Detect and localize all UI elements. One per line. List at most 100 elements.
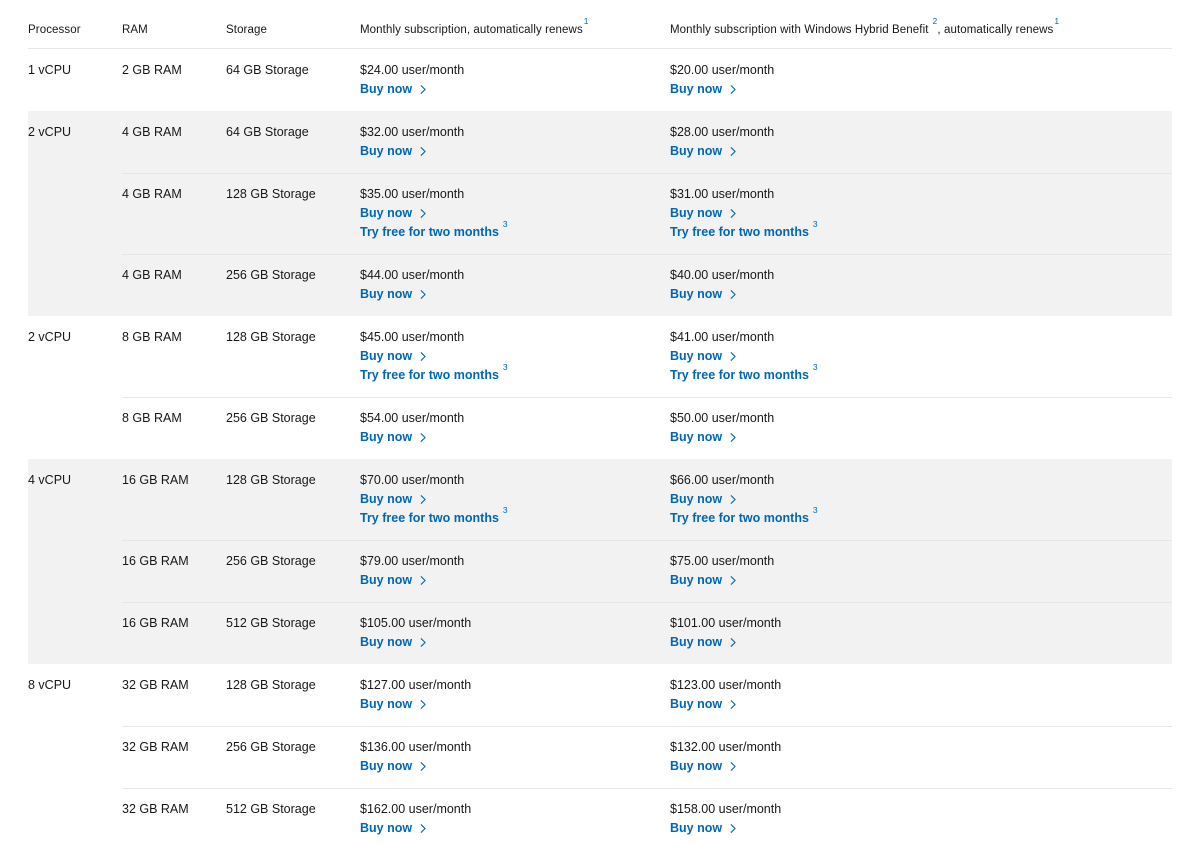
- footnote-marker-3: 3: [502, 361, 508, 372]
- try-free-link[interactable]: Try free for two months: [670, 223, 809, 241]
- footnote-marker-3: 3: [502, 504, 508, 515]
- buy-now-link[interactable]: Buy now: [670, 428, 738, 446]
- try-free-row: Try free for two months3: [360, 363, 670, 384]
- buy-now-link[interactable]: Buy now: [670, 819, 738, 837]
- cell-processor: 2 vCPU: [28, 330, 72, 344]
- price-cell-hybrid: $158.00 user/month Buy now: [670, 801, 1070, 837]
- buy-now-link[interactable]: Buy now: [670, 571, 738, 589]
- buy-now-link[interactable]: Buy now: [670, 490, 738, 508]
- processor-group: 2 vCPU 4 GB RAM 64 GB Storage $32.00 user/m…: [28, 111, 1172, 316]
- table-row: 16 GB RAM 256 GB Storage $79.00 user/month…: [28, 540, 1172, 602]
- price-cell-standard: $162.00 user/month Buy now: [360, 801, 670, 837]
- price-amount: $54.00 user/month: [360, 411, 465, 425]
- cell-ram: 32 GB RAM: [122, 802, 189, 816]
- buy-now-link[interactable]: Buy now: [360, 285, 428, 303]
- price-amount: $162.00 user/month: [360, 802, 472, 816]
- chevron-right-icon: [419, 290, 428, 300]
- buy-now-row: Buy now: [360, 142, 670, 160]
- price-cell-standard: $136.00 user/month Buy now: [360, 739, 670, 775]
- table-body: 1 vCPU 2 GB RAM 64 GB Storage $24.00 user/m…: [28, 49, 1172, 850]
- buy-now-label: Buy now: [670, 287, 723, 301]
- table-row: 4 GB RAM 128 GB Storage $35.00 user/month B…: [28, 173, 1172, 254]
- buy-now-row: Buy now: [360, 757, 670, 775]
- price-cell-hybrid: $66.00 user/month Buy now Try free for two…: [670, 472, 1070, 527]
- pricing-table: Processor RAM Storage Monthly subscripti…: [28, 0, 1172, 850]
- buy-now-link[interactable]: Buy now: [670, 633, 738, 651]
- cell-storage: 512 GB Storage: [226, 802, 316, 816]
- buy-now-link[interactable]: Buy now: [360, 142, 428, 160]
- buy-now-label: Buy now: [360, 492, 413, 506]
- price-amount: $32.00 user/month: [360, 125, 465, 139]
- try-free-label: Try free for two months: [670, 225, 809, 239]
- table-header-row: Processor RAM Storage Monthly subscripti…: [28, 17, 1172, 49]
- buy-now-label: Buy now: [670, 430, 723, 444]
- buy-now-link[interactable]: Buy now: [360, 347, 428, 365]
- buy-now-link[interactable]: Buy now: [670, 80, 738, 98]
- price-amount: $24.00 user/month: [360, 63, 465, 77]
- chevron-right-icon: [419, 209, 428, 219]
- cell-storage: 128 GB Storage: [226, 678, 316, 692]
- try-free-link[interactable]: Try free for two months: [360, 366, 499, 384]
- chevron-right-icon: [729, 209, 738, 219]
- price-cell-hybrid: $101.00 user/month Buy now: [670, 615, 1070, 651]
- buy-now-label: Buy now: [670, 635, 723, 649]
- cell-storage: 64 GB Storage: [226, 63, 309, 77]
- buy-now-label: Buy now: [670, 697, 723, 711]
- chevron-right-icon: [729, 824, 738, 834]
- buy-now-label: Buy now: [360, 144, 413, 158]
- try-free-row: Try free for two months3: [670, 220, 1070, 241]
- chevron-right-icon: [729, 495, 738, 505]
- price-amount: $105.00 user/month: [360, 616, 472, 630]
- price-cell-standard: $127.00 user/month Buy now: [360, 677, 670, 713]
- buy-now-link[interactable]: Buy now: [670, 757, 738, 775]
- footnote-marker-3: 3: [812, 504, 818, 515]
- price-amount: $158.00 user/month: [670, 802, 782, 816]
- table-row: 2 vCPU 4 GB RAM 64 GB Storage $32.00 user/m…: [28, 111, 1172, 173]
- buy-now-link[interactable]: Buy now: [360, 428, 428, 446]
- buy-now-link[interactable]: Buy now: [670, 347, 738, 365]
- buy-now-link[interactable]: Buy now: [360, 757, 428, 775]
- cell-storage: 128 GB Storage: [226, 473, 316, 487]
- price-amount: $101.00 user/month: [670, 616, 782, 630]
- price-cell-hybrid: $123.00 user/month Buy now: [670, 677, 1070, 713]
- buy-now-label: Buy now: [670, 144, 723, 158]
- buy-now-link[interactable]: Buy now: [670, 204, 738, 222]
- cell-ram: 8 GB RAM: [122, 411, 182, 425]
- buy-now-label: Buy now: [360, 206, 413, 220]
- chevron-right-icon: [729, 638, 738, 648]
- buy-now-link[interactable]: Buy now: [670, 285, 738, 303]
- try-free-row: Try free for two months3: [360, 220, 670, 241]
- chevron-right-icon: [419, 700, 428, 710]
- price-cell-hybrid: $132.00 user/month Buy now: [670, 739, 1070, 775]
- price-cell-standard: $35.00 user/month Buy now Try free for two…: [360, 186, 670, 241]
- buy-now-label: Buy now: [670, 82, 723, 96]
- buy-now-label: Buy now: [670, 573, 723, 587]
- buy-now-link[interactable]: Buy now: [360, 633, 428, 651]
- chevron-right-icon: [419, 824, 428, 834]
- cell-storage: 256 GB Storage: [226, 411, 316, 425]
- buy-now-link[interactable]: Buy now: [360, 571, 428, 589]
- price-cell-standard: $44.00 user/month Buy now: [360, 267, 670, 303]
- buy-now-link[interactable]: Buy now: [670, 142, 738, 160]
- chevron-right-icon: [419, 576, 428, 586]
- column-header-storage: Storage: [226, 24, 267, 36]
- try-free-row: Try free for two months3: [670, 363, 1070, 384]
- cell-ram: 8 GB RAM: [122, 330, 182, 344]
- buy-now-link[interactable]: Buy now: [360, 490, 428, 508]
- buy-now-link[interactable]: Buy now: [360, 204, 428, 222]
- chevron-right-icon: [729, 433, 738, 443]
- processor-group: 4 vCPU 16 GB RAM 128 GB Storage $70.00 user…: [28, 459, 1172, 664]
- try-free-link[interactable]: Try free for two months: [360, 509, 499, 527]
- buy-now-link[interactable]: Buy now: [360, 695, 428, 713]
- buy-now-row: Buy now: [360, 695, 670, 713]
- buy-now-link[interactable]: Buy now: [360, 819, 428, 837]
- try-free-link[interactable]: Try free for two months: [670, 509, 809, 527]
- try-free-link[interactable]: Try free for two months: [670, 366, 809, 384]
- price-amount: $35.00 user/month: [360, 187, 465, 201]
- buy-now-link[interactable]: Buy now: [670, 695, 738, 713]
- try-free-link[interactable]: Try free for two months: [360, 223, 499, 241]
- try-free-row: Try free for two months3: [670, 506, 1070, 527]
- buy-now-link[interactable]: Buy now: [360, 80, 428, 98]
- chevron-right-icon: [729, 290, 738, 300]
- chevron-right-icon: [729, 762, 738, 772]
